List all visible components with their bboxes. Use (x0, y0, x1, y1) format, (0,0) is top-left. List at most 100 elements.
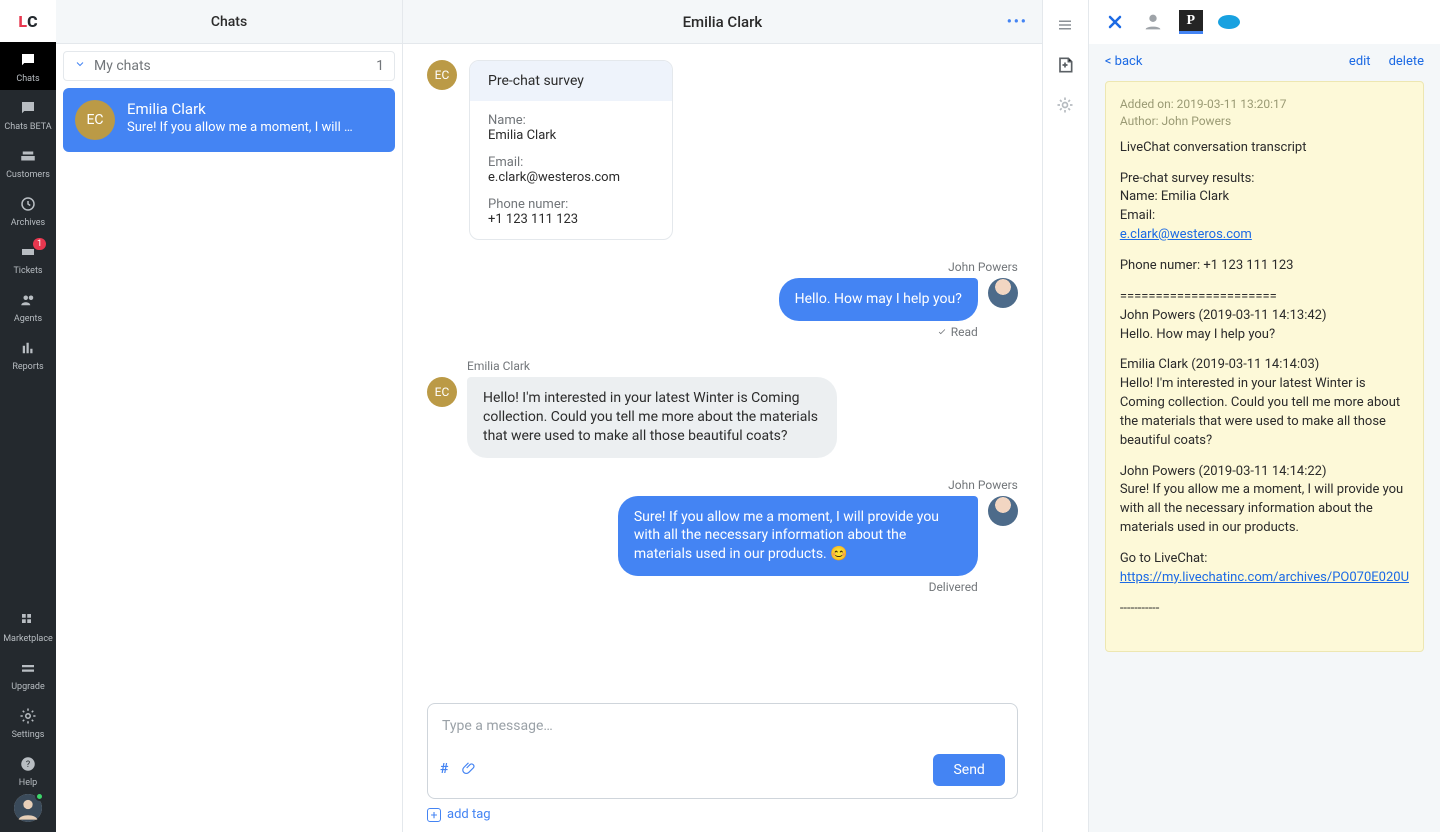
rail-label: Agents (14, 314, 42, 324)
svg-text:?: ? (26, 760, 30, 770)
add-tag-label: add tag (447, 807, 491, 822)
status-dot-icon (35, 792, 44, 801)
customer-avatar: EC (427, 60, 457, 90)
detail-panel: P < back edit delete Added on: 2019-03-1… (1089, 0, 1440, 832)
rail-item-customers[interactable]: Customers (0, 138, 56, 186)
menu-icon[interactable] (1054, 14, 1076, 36)
agent-avatar (988, 278, 1018, 308)
note-card: Added on: 2019-03-11 13:20:17 Author: Jo… (1105, 81, 1424, 652)
more-menu-icon[interactable]: ••• (1007, 14, 1028, 30)
note-line: Hello! I'm interested in your latest Win… (1120, 376, 1400, 448)
rail-item-chats[interactable]: Chats (0, 42, 56, 90)
message-author: John Powers (948, 478, 1018, 492)
help-icon: ? (18, 754, 38, 774)
note-line: Phone numer: +1 123 111 123 (1120, 257, 1409, 276)
gear-icon (18, 706, 38, 726)
note-line: Hello. How may I help you? (1120, 327, 1275, 342)
pipedrive-icon[interactable]: P (1179, 10, 1203, 34)
note-line: John Powers (2019-03-11 14:14:22) (1120, 464, 1327, 479)
note-line: Name: Emilia Clark (1120, 189, 1229, 204)
rail-item-chats-beta[interactable]: Chats BETA (0, 90, 56, 138)
rail-label: Chats (16, 74, 39, 84)
app-rail: LC Chats Chats BETA Customers Archives 1… (0, 0, 56, 832)
rail-item-tickets[interactable]: 1 Tickets (0, 234, 56, 282)
agent-message: Hello. How may I help you? (779, 278, 978, 321)
upgrade-icon (18, 658, 38, 678)
reports-icon (18, 338, 38, 358)
clock-icon (18, 194, 38, 214)
note-add-icon[interactable] (1054, 54, 1076, 76)
survey-email-label: Email: (488, 155, 654, 170)
survey-phone-label: Phone numer: (488, 197, 654, 212)
chat-list-item[interactable]: EC Emilia Clark Sure! If you allow me a … (63, 88, 395, 152)
grid-icon (18, 610, 38, 630)
hash-icon[interactable]: # (440, 761, 448, 779)
note-line: Sure! If you allow me a moment, I will p… (1120, 482, 1403, 535)
rail-label: Help (19, 778, 37, 788)
back-link[interactable]: < back (1105, 54, 1143, 69)
conversation-title: Emilia Clark (683, 13, 763, 31)
add-tag-button[interactable]: + add tag (403, 799, 1042, 832)
rail-label: Upgrade (11, 682, 45, 692)
agent-message: Sure! If you allow me a moment, I will p… (618, 496, 978, 577)
salesforce-icon[interactable] (1217, 10, 1241, 34)
chevron-down-icon (74, 58, 86, 74)
rail-label: Chats BETA (4, 122, 51, 132)
chat-icon (18, 50, 38, 70)
status-text: Read (951, 325, 978, 339)
close-icon[interactable] (1103, 10, 1127, 34)
note-line: Pre-chat survey results: (1120, 171, 1255, 186)
note-line: Email: (1120, 208, 1155, 223)
customers-icon (18, 146, 38, 166)
message-status: Delivered (929, 580, 978, 594)
send-button[interactable]: Send (933, 754, 1004, 786)
customer-message: Hello! I'm interested in your latest Win… (467, 377, 837, 458)
rail-item-settings[interactable]: Settings (0, 698, 56, 746)
edit-link[interactable]: edit (1349, 54, 1371, 69)
survey-phone-value: +1 123 111 123 (488, 212, 654, 227)
person-icon[interactable] (1141, 10, 1165, 34)
chat-item-preview: Sure! If you allow me a moment, I will p… (127, 120, 357, 135)
rail-item-agents[interactable]: Agents (0, 282, 56, 330)
survey-email-value: e.clark@westeros.com (488, 170, 654, 185)
rail-item-upgrade[interactable]: Upgrade (0, 650, 56, 698)
rail-item-archives[interactable]: Archives (0, 186, 56, 234)
chat-filter-dropdown[interactable]: My chats 1 (63, 51, 395, 81)
rail-label: Customers (6, 170, 50, 180)
rail-item-marketplace[interactable]: Marketplace (0, 602, 56, 650)
rail-label: Reports (12, 362, 43, 372)
message-scroll[interactable]: EC Pre-chat survey Name: Emilia Clark Em… (403, 44, 1042, 691)
delete-link[interactable]: delete (1389, 54, 1424, 69)
gear-icon[interactable] (1054, 94, 1076, 116)
message-input[interactable] (440, 716, 1005, 754)
rail-label: Tickets (13, 266, 42, 276)
prechat-survey-card: Pre-chat survey Name: Emilia Clark Email… (469, 60, 673, 240)
conversation-panel: Emilia Clark ••• EC Pre-chat survey Name… (403, 0, 1043, 832)
rail-item-reports[interactable]: Reports (0, 330, 56, 378)
app-logo[interactable]: LC (0, 0, 56, 42)
integration-switcher: P (1089, 0, 1440, 44)
note-line: ====================== (1120, 289, 1277, 304)
note-archive-link[interactable]: https://my.livechatinc.com/archives/PO07… (1120, 570, 1409, 585)
conversation-header: Emilia Clark ••• (403, 0, 1042, 44)
note-line: Emilia Clark (2019-03-11 14:14:03) (1120, 357, 1319, 372)
note-line: ----------- (1120, 600, 1409, 619)
agent-avatar (988, 496, 1018, 526)
survey-header: Pre-chat survey (470, 61, 672, 101)
tool-rail (1043, 0, 1089, 832)
plus-icon: + (427, 808, 441, 822)
note-email-link[interactable]: e.clark@westeros.com (1120, 227, 1252, 242)
note-author: Author: John Powers (1120, 113, 1409, 130)
filter-count: 1 (376, 58, 384, 74)
message-author: John Powers (948, 260, 1018, 274)
current-user-avatar[interactable] (14, 794, 42, 822)
rail-item-help[interactable]: ? Help (0, 746, 56, 794)
note-line: Go to LiveChat: (1120, 551, 1208, 566)
survey-name-value: Emilia Clark (488, 128, 654, 143)
attachment-icon[interactable] (462, 761, 476, 779)
chat-item-name: Emilia Clark (127, 100, 357, 118)
customer-avatar: EC (75, 100, 115, 140)
rail-label: Archives (11, 218, 45, 228)
rail-label: Settings (12, 730, 45, 740)
note-added-on: Added on: 2019-03-11 13:20:17 (1120, 96, 1409, 113)
